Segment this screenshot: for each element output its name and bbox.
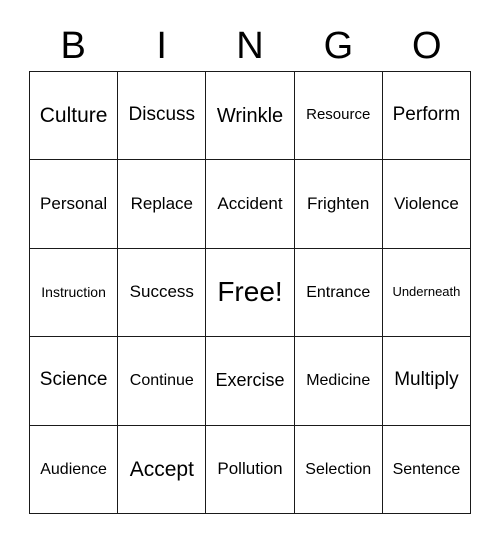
bingo-cell-label: Pollution xyxy=(217,458,283,478)
bingo-row: Instruction Success Free! Entrance Under… xyxy=(30,248,472,338)
bingo-cell[interactable]: Pollution xyxy=(206,425,295,515)
bingo-cell[interactable]: Culture xyxy=(30,72,119,161)
bingo-row: Science Continue Exercise Medicine Multi… xyxy=(30,337,472,426)
bingo-cell[interactable]: Frighten xyxy=(294,160,383,249)
bingo-cell-label: Success xyxy=(129,282,194,302)
bingo-cell[interactable]: Exercise xyxy=(206,337,295,426)
bingo-cell[interactable]: Violence xyxy=(382,160,472,249)
bingo-cell-label: Instruction xyxy=(41,283,106,300)
bingo-cell[interactable]: Multiply xyxy=(382,337,472,426)
bingo-cell-label: Medicine xyxy=(306,372,371,390)
bingo-header-letter-n: N xyxy=(236,25,264,67)
bingo-cell-label: Replace xyxy=(130,193,193,213)
bingo-cell[interactable]: Perform xyxy=(382,72,472,161)
bingo-cell[interactable]: Audience xyxy=(30,425,119,515)
bingo-cell[interactable]: Wrinkle xyxy=(206,72,295,161)
bingo-cell-label: Sentence xyxy=(392,460,461,478)
bingo-cell-label: Accept xyxy=(129,457,194,481)
bingo-header-letter-g: G xyxy=(323,25,354,67)
bingo-free-label: Free! xyxy=(217,276,283,308)
bingo-cell[interactable]: Discuss xyxy=(118,72,207,161)
bingo-cell[interactable]: Entrance xyxy=(294,248,383,338)
bingo-cell-label: Accident xyxy=(217,193,283,213)
bingo-cell-label: Science xyxy=(39,369,108,391)
bingo-cell[interactable]: Continue xyxy=(118,337,207,426)
bingo-cell[interactable]: Sentence xyxy=(382,425,472,515)
bingo-cell-label: Continue xyxy=(129,372,194,390)
bingo-cell[interactable]: Science xyxy=(30,337,119,426)
bingo-cell[interactable]: Instruction xyxy=(30,248,119,338)
bingo-cell[interactable]: Selection xyxy=(294,425,383,515)
bingo-card: B I N G O Culture Discuss Wrinkle Resour… xyxy=(0,0,500,544)
bingo-cell[interactable]: Accept xyxy=(118,425,207,515)
bingo-header-letter-b: B xyxy=(60,25,86,67)
bingo-cell-label: Discuss xyxy=(128,104,196,126)
bingo-cell-label: Multiply xyxy=(394,369,459,391)
bingo-cell-label: Culture xyxy=(39,104,108,128)
bingo-cell[interactable]: Accident xyxy=(206,160,295,249)
bingo-cell-label: Selection xyxy=(305,460,372,478)
bingo-header: B I N G O xyxy=(29,21,471,71)
bingo-cell-label: Exercise xyxy=(215,370,285,391)
bingo-cell[interactable]: Replace xyxy=(118,160,207,249)
bingo-cell-label: Audience xyxy=(40,460,107,478)
bingo-row: Audience Accept Pollution Selection Sent… xyxy=(30,425,472,515)
bingo-cell-label: Underneath xyxy=(392,284,461,300)
bingo-row: Culture Discuss Wrinkle Resource Perform xyxy=(30,72,472,161)
bingo-cell-label: Frighten xyxy=(307,193,370,213)
bingo-cell[interactable]: Medicine xyxy=(294,337,383,426)
bingo-header-letter-i: I xyxy=(156,25,167,67)
bingo-row: Personal Replace Accident Frighten Viole… xyxy=(30,160,472,249)
bingo-free-cell[interactable]: Free! xyxy=(206,248,295,338)
bingo-cell[interactable]: Success xyxy=(118,248,207,338)
bingo-cell[interactable]: Resource xyxy=(294,72,383,161)
bingo-cell-label: Resource xyxy=(306,106,371,124)
bingo-cell[interactable]: Personal xyxy=(30,160,119,249)
bingo-cell-label: Personal xyxy=(40,193,108,213)
bingo-header-letter-o: O xyxy=(412,25,442,67)
bingo-cell-label: Violence xyxy=(393,193,459,213)
bingo-cell-label: Perform xyxy=(392,104,461,126)
bingo-cell-label: Entrance xyxy=(306,283,371,301)
bingo-cell-label: Wrinkle xyxy=(216,104,284,127)
bingo-grid: Culture Discuss Wrinkle Resource Perform… xyxy=(29,71,472,515)
bingo-cell[interactable]: Underneath xyxy=(382,248,472,338)
